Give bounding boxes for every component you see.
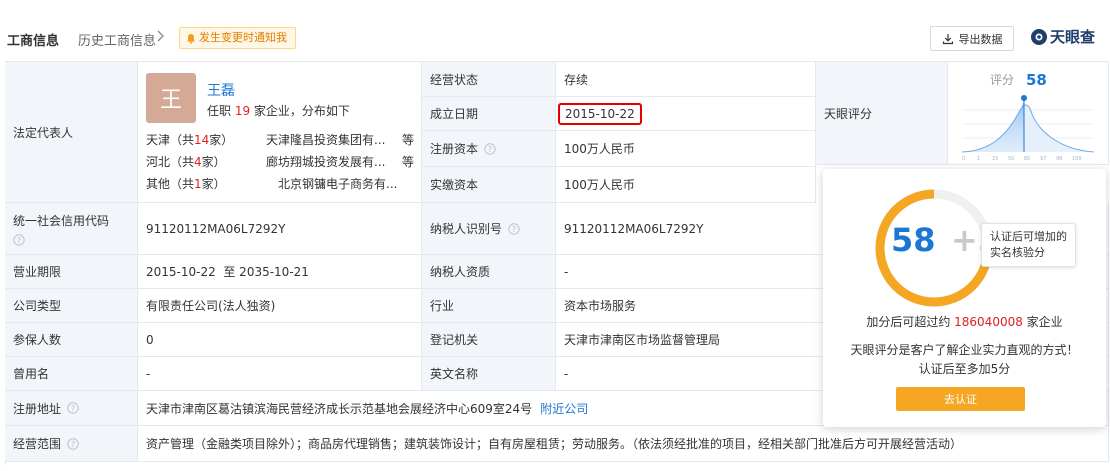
- score-title: 评分: [990, 73, 1014, 87]
- company-type-label-cell: 公司类型: [5, 289, 138, 323]
- etc-label: 等: [402, 133, 415, 147]
- svg-text:15: 15: [992, 156, 998, 162]
- svg-text:?: ?: [17, 236, 21, 245]
- export-label: 导出数据: [958, 32, 1003, 46]
- founded-value: 2015-10-22: [558, 102, 642, 125]
- status-value: 存续: [564, 72, 589, 87]
- popup-desc-2: 认证后至多加5分: [918, 362, 1011, 376]
- help-icon[interactable]: ?: [508, 222, 520, 235]
- help-icon[interactable]: ?: [484, 142, 496, 155]
- company-type-value-cell: 有限责任公司(法人独资): [138, 289, 422, 323]
- score-bell-chart: 评分 58 0 1 15 50 85 97 98 100: [961, 71, 1095, 162]
- paid-capital-label-cell: 实缴资本: [422, 167, 556, 203]
- legal-rep-label-cell: 法定代表人: [5, 62, 138, 203]
- reg-capital-label-cell: 注册资本 ?: [422, 131, 556, 167]
- history-link[interactable]: 历史工商信息: [78, 30, 156, 49]
- etc-label: 等: [402, 155, 415, 169]
- score-popup: 58 +5 认证后可增加的 实名核验分 加分后可超过约 186040008 家企…: [823, 169, 1106, 427]
- section-title: 工商信息: [7, 34, 60, 49]
- credit-code-label-cell: 统一社会信用代码 ?: [5, 203, 138, 255]
- scope-value: 资产管理（金融类项目除外）；商品房代理销售；建筑装饰设计；自有房屋租赁；劳动服务…: [146, 437, 963, 451]
- company-link-tianjin[interactable]: 天津隆昌投资集团有...: [266, 131, 385, 148]
- help-icon[interactable]: ?: [13, 233, 25, 246]
- verify-button[interactable]: 去认证: [896, 387, 1025, 411]
- company-link-hebei[interactable]: 廊坊翔城投资发展有...: [266, 153, 385, 170]
- scope-label-cell: 经营范围 ?: [5, 426, 138, 462]
- nearby-companies-link[interactable]: 附近公司: [540, 400, 588, 417]
- address-value: 天津市津南区葛沽镇滨海民营经济成长示范基地会展经济中心609室24号: [146, 401, 533, 416]
- status-label-cell: 经营状态: [422, 62, 556, 97]
- export-button[interactable]: 导出数据: [930, 26, 1014, 51]
- svg-text:100: 100: [1072, 156, 1082, 162]
- avatar-char: 王: [159, 88, 182, 113]
- download-icon: [942, 33, 953, 44]
- address-label-cell: 注册地址 ?: [5, 391, 138, 426]
- popup-desc: 天眼评分是客户了解企业实力直观的方式！: [850, 343, 1079, 357]
- insured-label-cell: 参保人数: [5, 323, 138, 357]
- help-icon[interactable]: ?: [67, 437, 79, 450]
- company-link-other[interactable]: 北京钢镛电子商务有...: [278, 175, 397, 192]
- svg-text:97: 97: [1040, 156, 1046, 162]
- svg-text:85: 85: [1024, 156, 1030, 162]
- region-row-other: 其他（共1家）: [146, 177, 226, 191]
- bell-icon: [186, 33, 196, 44]
- svg-text:50: 50: [1008, 156, 1014, 162]
- insured-value-cell: 0: [138, 323, 422, 357]
- help-icon[interactable]: ?: [67, 402, 79, 414]
- logo-text: 天眼查: [1050, 28, 1096, 46]
- status-value-cell: 存续: [556, 62, 816, 97]
- notify-label: 发生变更时通知我: [199, 31, 287, 44]
- svg-text:?: ?: [71, 404, 75, 413]
- popup-score: 58: [891, 221, 936, 259]
- former-name-label-cell: 曾用名: [5, 357, 138, 391]
- paid-capital-value-cell: 100万人民币: [556, 167, 816, 203]
- term-label-cell: 营业期限: [5, 255, 138, 289]
- svg-text:0: 0: [962, 156, 965, 162]
- score-value: 58: [1026, 71, 1047, 89]
- svg-text:?: ?: [488, 145, 492, 154]
- tax-qual-label-cell: 纳税人资质: [422, 255, 556, 289]
- scope-value-cell: 资产管理（金融类项目除外）；商品房代理销售；建筑装饰设计；自有房屋租赁；劳动服务…: [138, 426, 1109, 462]
- english-name-label-cell: 英文名称: [422, 357, 556, 391]
- tianyancha-logo: 天眼查: [1030, 26, 1095, 47]
- svg-text:98: 98: [1056, 156, 1062, 162]
- reg-authority-label-cell: 登记机关: [422, 323, 556, 357]
- term-value-cell: 2015-10-22 至 2035-10-21: [138, 255, 422, 289]
- credit-code-value-cell: 91120112MA06L7292Y: [138, 203, 422, 255]
- chevron-right-icon: [157, 30, 164, 42]
- founded-label-cell: 成立日期: [422, 97, 556, 131]
- taxpayer-id-label-cell: 纳税人识别号 ?: [422, 203, 556, 255]
- rep-summary: 任职 19 家企业，分布如下: [207, 104, 350, 118]
- svg-text:?: ?: [71, 440, 75, 449]
- former-name-value-cell: -: [138, 357, 422, 391]
- reg-capital-value-cell: 100万人民币: [556, 131, 816, 167]
- region-row-hebei: 河北（共4家）: [146, 155, 226, 169]
- notify-button[interactable]: 发生变更时通知我: [179, 27, 296, 49]
- avatar[interactable]: 王: [146, 73, 196, 123]
- header: 工商信息 历史工商信息 发生变更时通知我 导出数据 天眼查: [0, 0, 1110, 58]
- score-label-cell: 天眼评分: [816, 62, 948, 165]
- rep-name-link[interactable]: 王磊: [207, 80, 235, 100]
- eye-logo-icon: [1031, 28, 1047, 45]
- industry-label-cell: 行业: [422, 289, 556, 323]
- popup-tooltip: 认证后可增加的 实名核验分: [981, 223, 1076, 267]
- svg-text:?: ?: [512, 225, 516, 234]
- region-row-tianjin: 天津（共14家）: [146, 133, 234, 147]
- svg-text:1: 1: [977, 156, 980, 162]
- legal-rep-label: 法定代表人: [13, 125, 74, 140]
- founded-value-cell: 2015-10-22: [556, 97, 816, 131]
- popup-surpass-text: 加分后可超过约 186040008 家企业: [866, 315, 1063, 329]
